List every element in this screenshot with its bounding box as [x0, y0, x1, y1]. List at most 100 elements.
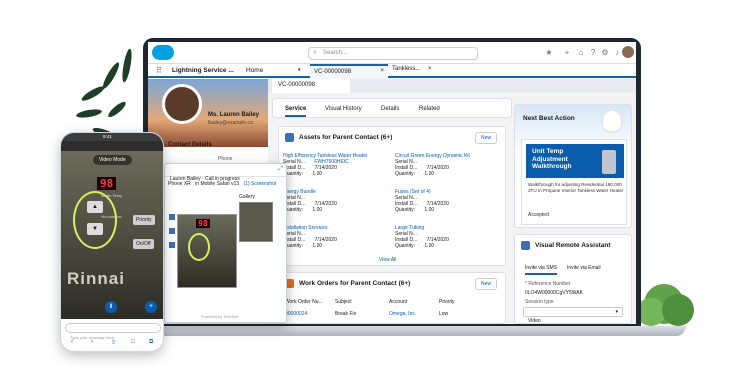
annotation-circle: [73, 191, 117, 249]
screenshots-link[interactable]: (1) Screenshot: [244, 181, 277, 187]
forward-icon[interactable]: ›: [91, 339, 93, 345]
vra-tab-email[interactable]: Invite via Email: [567, 265, 601, 271]
nba-card-title: Unit Temp Adjustment Walkthrough: [532, 148, 572, 170]
assets-icon: [285, 133, 294, 142]
nba-card-desc: Walkthrough for adjusting Residential 18…: [528, 182, 624, 193]
asset-qty: Quantity: 1.00: [283, 207, 391, 213]
asset-qty-value: 1.00: [312, 243, 323, 249]
asset-card[interactable]: Fuses (Set of 4) Serial N... Install D..…: [395, 189, 503, 213]
help-icon[interactable]: ?: [588, 48, 598, 58]
asset-qty: Quantity: 1.00: [395, 207, 503, 213]
gear-icon[interactable]: ⚙: [600, 48, 610, 58]
laptop-base: [108, 326, 686, 336]
nav-home[interactable]: Home: [246, 67, 263, 74]
pause-button[interactable]: Ⅱ: [105, 301, 117, 313]
session-type-value: Video: [528, 318, 541, 324]
plant-right-decoration: [636, 280, 696, 330]
bookmarks-icon[interactable]: □: [131, 339, 135, 345]
asset-qty-value: 1.00: [424, 243, 435, 249]
annotation-circle: [188, 233, 210, 261]
add-button[interactable]: +: [145, 301, 157, 313]
tab-related[interactable]: Related: [419, 106, 440, 112]
column-header[interactable]: Work Order Nu...: [285, 299, 323, 305]
phone-temp-display: 98: [97, 177, 117, 190]
nav-tab-sub-label: Tankless...: [392, 66, 421, 72]
down-arrow-button: ▼: [87, 223, 103, 235]
gallery-thumbnail[interactable]: [239, 202, 273, 242]
tabs-icon[interactable]: ⧉: [149, 339, 153, 346]
assets-view-all-link[interactable]: View All: [379, 257, 396, 263]
video-mode-button[interactable]: Video Mode: [93, 155, 132, 165]
asset-qty: Quantity: 1.00: [283, 171, 391, 177]
call-popup-window: Lauren Bailey · Call in progress ⤢ Phone…: [164, 163, 287, 323]
close-icon[interactable]: ×: [428, 66, 432, 72]
asset-card[interactable]: Energy Bundle Serial N... Install D... 7…: [283, 189, 391, 213]
nba-card[interactable]: Unit Temp Adjustment Walkthrough Walkthr…: [521, 139, 627, 225]
nav-tab-case[interactable]: VC-00000098 ×: [310, 64, 388, 78]
popup-header: Lauren Bailey · Call in progress ⤢: [165, 164, 286, 182]
favorites-icon[interactable]: ★: [544, 48, 554, 58]
bell-icon[interactable]: ♪: [612, 48, 622, 58]
search-input[interactable]: ⌕ Search...: [308, 47, 478, 60]
column-header[interactable]: Subject: [335, 299, 352, 305]
onoff-button: On/Off: [133, 239, 154, 249]
user-avatar[interactable]: [622, 46, 634, 58]
message-input[interactable]: Type your message here: [65, 323, 161, 340]
nav-tab-case-label: VC-00000098: [314, 69, 352, 75]
workspace-tab-label: VC-00000098: [278, 82, 316, 88]
popup-powered-by: Powered by TechSee: [201, 314, 239, 319]
gallery-label: Gallery: [239, 194, 255, 200]
assets-new-button[interactable]: New: [475, 132, 498, 144]
back-icon[interactable]: ‹: [71, 339, 73, 345]
phone-toolbar: ‹ › ⇧ □ ⧉: [61, 337, 163, 349]
priority-button: Priority: [133, 215, 155, 225]
expand-icon[interactable]: ⤢: [278, 166, 283, 173]
asset-card[interactable]: Installation Services Serial N... Instal…: [283, 225, 391, 249]
tab-service[interactable]: Service: [285, 106, 307, 117]
asset-card[interactable]: Large Tubing Serial N... Install D... 7/…: [395, 225, 503, 249]
asset-qty-value: 1.00: [424, 207, 435, 213]
chevron-down-icon[interactable]: ▾: [298, 67, 301, 73]
work-orders-title: Work Orders for Parent Contact (6+): [299, 280, 411, 287]
add-icon[interactable]: +: [562, 48, 572, 58]
up-arrow-button: ▲: [87, 201, 103, 213]
asset-qty-label: Quantity:: [395, 243, 416, 249]
search-placeholder: Search...: [323, 50, 348, 56]
case-tabs-panel: Service Visual History Details Related: [272, 98, 512, 118]
assets-panel: Assets for Parent Contact (6+) New High …: [278, 126, 506, 266]
work-order-account[interactable]: Omega, Inc.: [389, 311, 416, 317]
workspace-tab-case[interactable]: VC-00000098: [272, 79, 350, 93]
setup-icon[interactable]: ⌂: [576, 48, 586, 58]
nav-tab-sub[interactable]: Tankless... ×: [392, 66, 462, 72]
asset-qty-value: 1.00: [424, 171, 435, 177]
nba-title: Next Best Action: [523, 115, 575, 122]
close-icon[interactable]: ×: [380, 68, 384, 74]
visual-remote-assistant-panel: Visual Remote Assistant Invite via SMS I…: [514, 234, 632, 324]
device-label: Phone XR: [168, 181, 191, 187]
asset-card[interactable]: Circuit Green Energy Dynamic Kit Serial …: [395, 153, 503, 177]
work-order-number[interactable]: 00000024: [285, 311, 307, 317]
asset-card[interactable]: High Efficiency Tankless Water Heater Se…: [283, 153, 391, 177]
app-launcher-icon[interactable]: ⠿: [156, 66, 162, 75]
tool-icon[interactable]: [169, 242, 175, 248]
tool-icon[interactable]: [169, 228, 175, 234]
tab-visual-history[interactable]: Visual History: [325, 106, 362, 112]
global-header: ⌕ Search... ★ + ⌂ ? ⚙ ♪: [148, 42, 636, 64]
tool-icon[interactable]: [169, 214, 175, 220]
asset-qty-label: Quantity:: [395, 207, 416, 213]
next-best-action-panel: Next Best Action Unit Temp Adjustment Wa…: [514, 104, 632, 228]
column-header[interactable]: Priority: [439, 299, 455, 305]
contact-avatar: [162, 84, 202, 124]
vra-tab-sms[interactable]: Invite via SMS: [525, 265, 557, 275]
share-icon[interactable]: ⇧: [111, 339, 116, 346]
session-type-select[interactable]: Video ▾: [523, 307, 623, 324]
mobile-phone: 9:41 ⌂ d.demo.techsee.me Video Mode 98 W…: [60, 132, 164, 352]
work-orders-new-button[interactable]: New: [475, 278, 498, 290]
column-header[interactable]: Account: [389, 299, 407, 305]
vra-ref-value: 0LO4W00000CgVY5WAK: [525, 290, 583, 296]
search-icon: ⌕: [313, 49, 317, 56]
work-order-subject: Break Fix: [335, 311, 357, 317]
phone-time: 9:41: [103, 134, 112, 139]
tab-details[interactable]: Details: [381, 106, 399, 112]
phone-url-bar: ⌂ d.demo.techsee.me: [61, 141, 163, 158]
